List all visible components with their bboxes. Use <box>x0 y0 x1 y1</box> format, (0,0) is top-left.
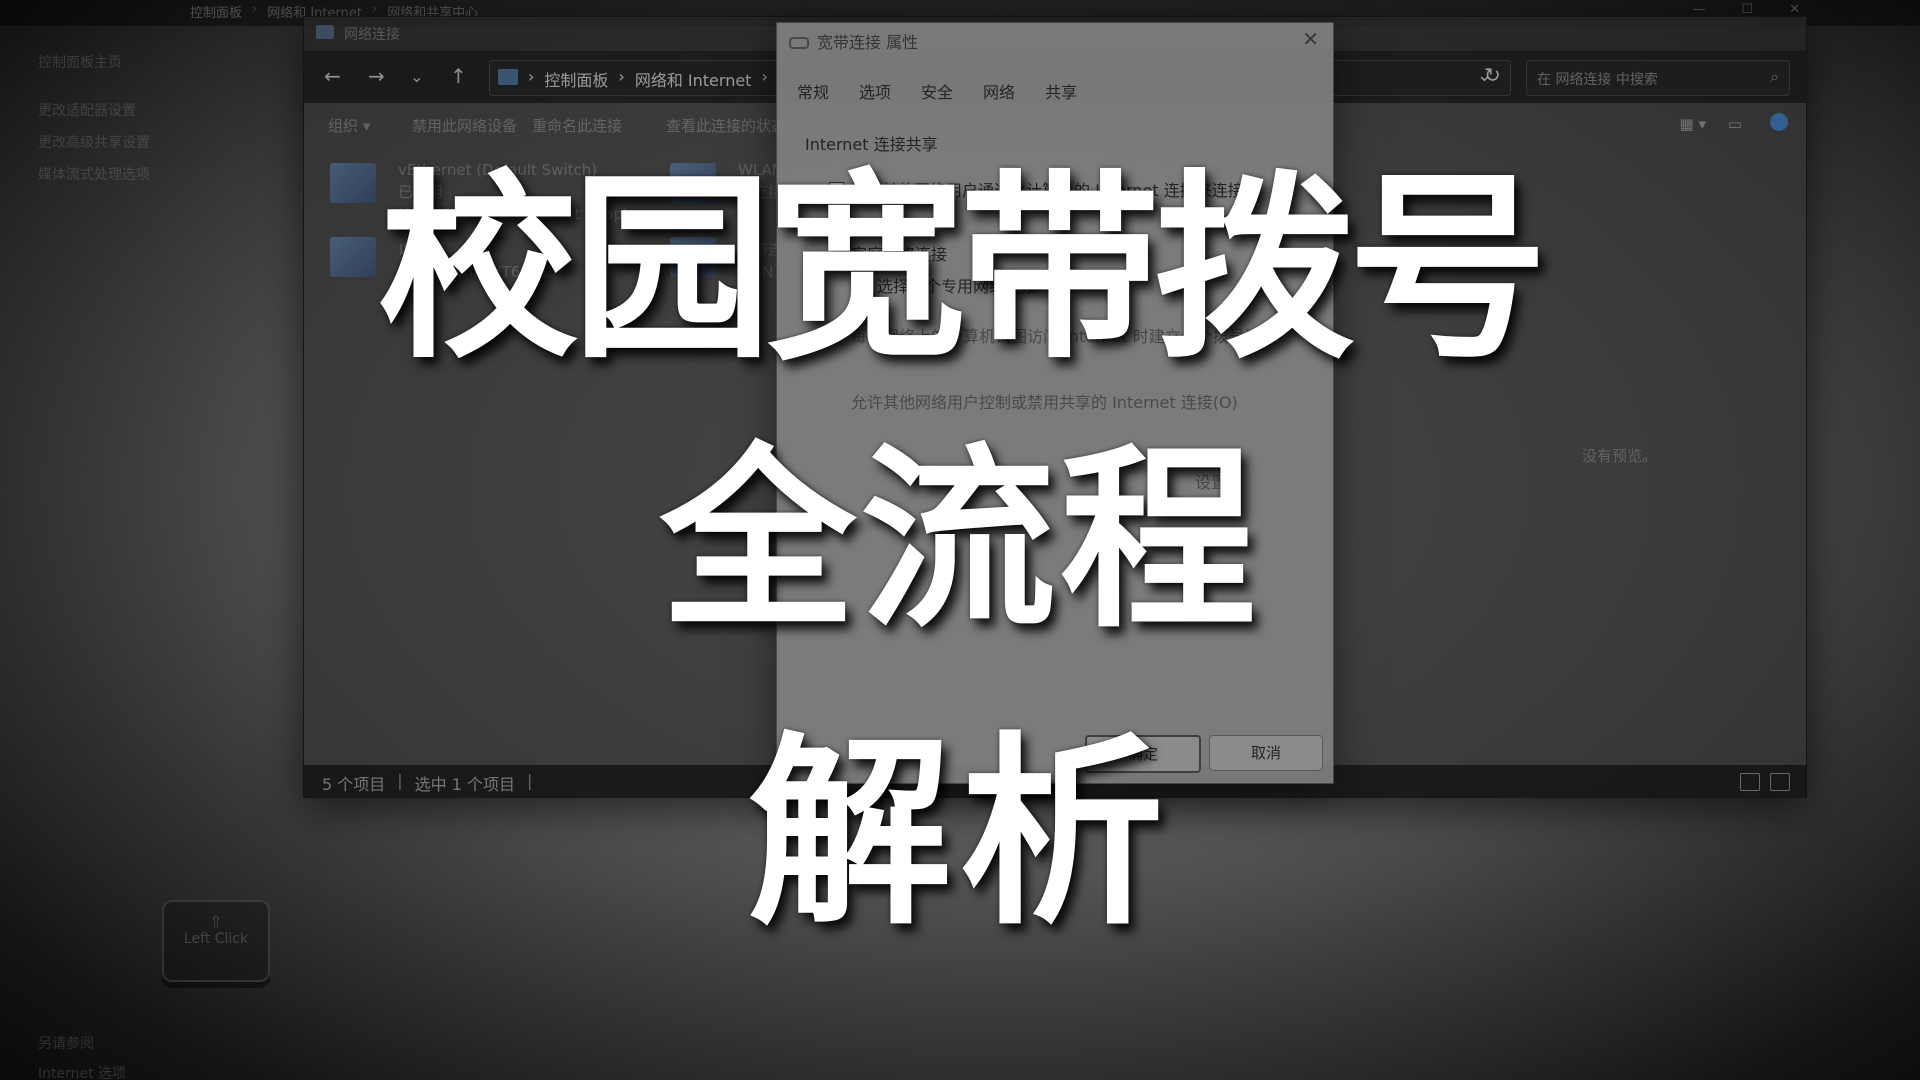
network-folder-icon <box>316 25 334 39</box>
background-window-controls: — ☐ ✕ <box>1692 2 1800 17</box>
help-icon[interactable] <box>1770 113 1788 131</box>
search-input[interactable]: 在 网络连接 中搜索 ⌕ <box>1526 60 1790 96</box>
group-title: Internet 连接共享 <box>805 135 938 154</box>
left-link-see-also: 另请参阅 <box>38 1036 94 1052</box>
view-options-icon[interactable]: ▦ ▾ <box>1680 115 1706 133</box>
minimize-icon[interactable]: — <box>1692 2 1705 17</box>
tab-general[interactable]: 常规 <box>797 79 829 103</box>
tab-options[interactable]: 选项 <box>859 79 891 103</box>
refresh-icon[interactable]: ↻ <box>1484 63 1501 87</box>
organize-button[interactable]: 组织 ▾ <box>328 115 370 136</box>
close-icon[interactable]: ✕ <box>1302 27 1319 51</box>
connection-icon <box>789 37 809 49</box>
broadband-properties-dialog: 宽带连接 属性 ✕ 常规 选项 安全 网络 共享 Internet 连接共享 允… <box>776 22 1334 784</box>
maximize-icon[interactable]: ☐ <box>1741 2 1753 17</box>
search-icon: ⌕ <box>1770 67 1779 86</box>
back-arrow-icon[interactable]: ← <box>324 64 341 88</box>
address-crumb[interactable]: 网络和 Internet <box>635 67 752 91</box>
left-link-home[interactable]: 控制面板主页 <box>38 52 122 72</box>
left-link-internet-options[interactable]: Internet 选项 <box>38 1063 126 1080</box>
preview-pane-icon[interactable]: ▭ <box>1728 115 1742 133</box>
disable-device-button[interactable]: 禁用此网络设备 <box>412 115 517 136</box>
close-icon[interactable]: ✕ <box>1789 2 1800 17</box>
window-title: 网络连接 <box>344 27 400 43</box>
dialog-title: 宽带连接 属性 <box>817 33 919 52</box>
headline-line-3: 解析 <box>748 716 1172 953</box>
headline-line-2: 全流程 <box>659 427 1260 655</box>
chevron-right-icon: › <box>761 67 768 86</box>
left-link-advanced-sharing[interactable]: 更改高级共享设置 <box>38 132 150 152</box>
allow-control-label[interactable]: 允许其他网络用户控制或禁用共享的 Internet 连接(O) <box>851 389 1238 413</box>
chevron-right-icon: › <box>528 67 535 86</box>
background-crumb[interactable]: 控制面板 <box>190 2 242 21</box>
headline-line-1: 校园宽带拨号 <box>377 153 1548 386</box>
tab-network[interactable]: 网络 <box>983 79 1015 103</box>
address-crumb[interactable]: 控制面板 <box>544 67 608 91</box>
left-link-adapter[interactable]: 更改适配器设置 <box>38 100 136 120</box>
chevron-right-icon: › <box>618 67 625 86</box>
tab-security[interactable]: 安全 <box>921 79 953 103</box>
control-panel-icon <box>498 69 518 85</box>
search-placeholder: 在 网络连接 中搜索 <box>1537 72 1658 88</box>
forward-arrow-icon[interactable]: → <box>368 64 385 88</box>
address-path: › 控制面板 › 网络和 Internet › <box>528 67 768 91</box>
tab-sharing[interactable]: 共享 <box>1045 79 1077 103</box>
view-status-button[interactable]: 查看此连接的状态 <box>666 115 786 136</box>
recent-chevron-icon[interactable]: ⌄ <box>410 67 423 86</box>
chevron-right-icon: › <box>252 2 258 17</box>
dialog-tabs: 常规 选项 安全 网络 共享 <box>797 79 1077 103</box>
rename-connection-button[interactable]: 重命名此连接 <box>532 115 622 136</box>
up-arrow-icon[interactable]: ↑ <box>450 64 467 88</box>
